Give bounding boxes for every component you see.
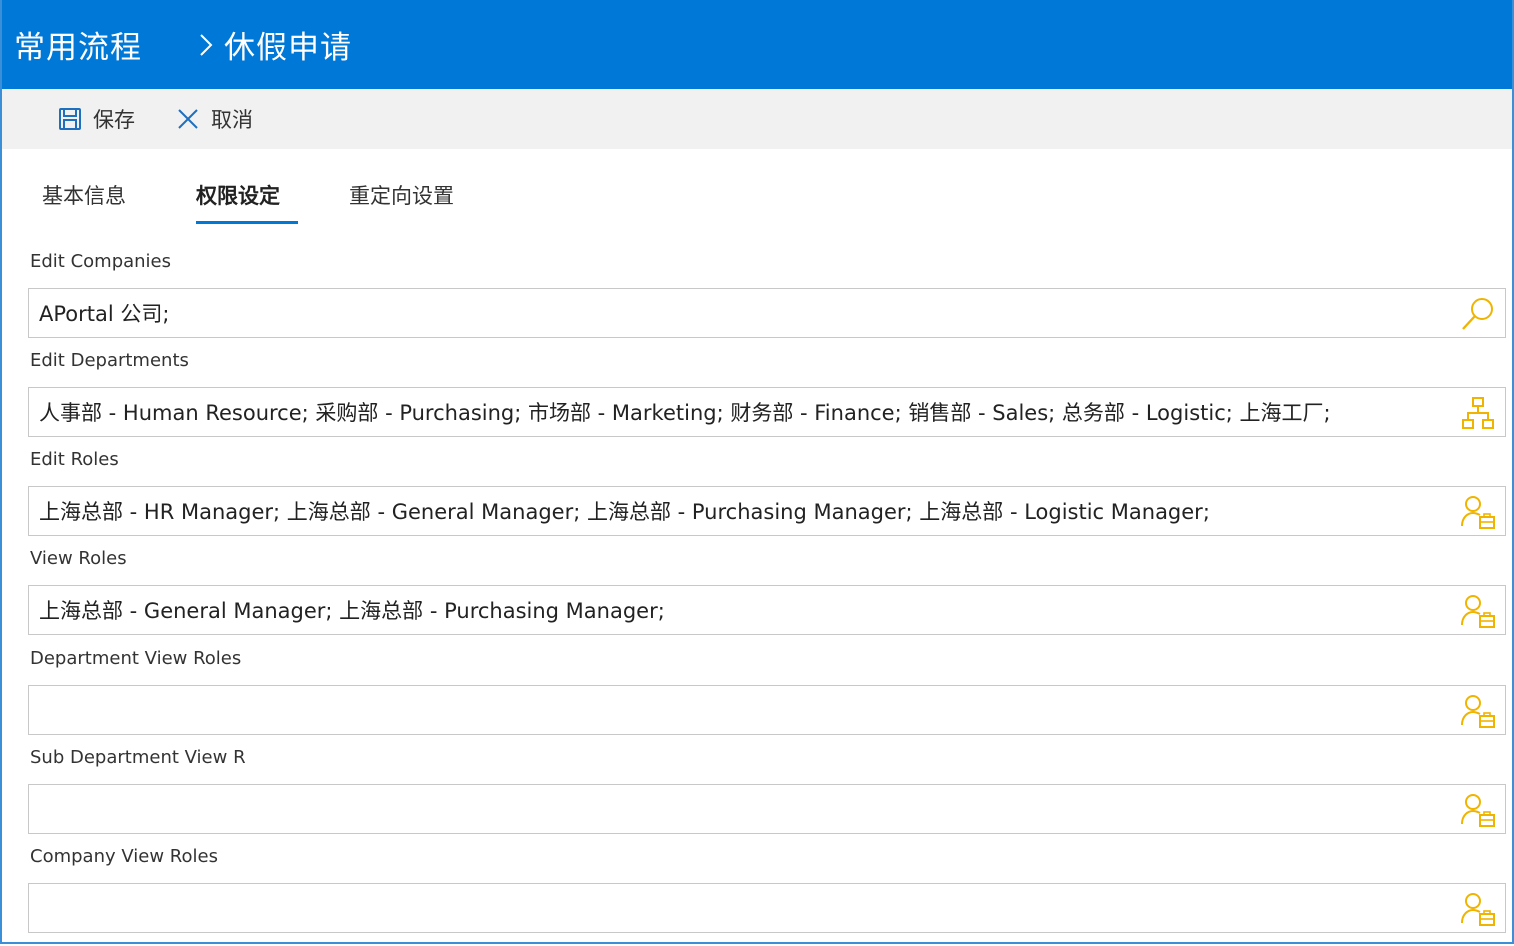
- sub-department-view-roles-field: [28, 784, 1506, 834]
- department-view-roles-label: Department View Roles: [30, 648, 242, 669]
- user-role-icon[interactable]: [1459, 692, 1497, 730]
- user-role-icon[interactable]: [1459, 493, 1497, 531]
- close-icon: [175, 106, 201, 132]
- floppy-disk-icon: [57, 106, 83, 132]
- edit-companies-input[interactable]: [29, 289, 1459, 337]
- header-bar: 常用流程 休假申请: [2, 0, 1512, 89]
- edit-companies-field: [28, 288, 1506, 338]
- sub-department-view-roles-input[interactable]: [29, 785, 1459, 833]
- company-view-roles-field: [28, 883, 1506, 933]
- edit-roles-label: Edit Roles: [30, 449, 119, 470]
- view-roles-field: [28, 585, 1506, 635]
- tab-basic-info[interactable]: 基本信息: [42, 180, 126, 224]
- department-view-roles-field: [28, 685, 1506, 735]
- search-icon[interactable]: [1459, 295, 1497, 333]
- user-role-icon[interactable]: [1459, 890, 1497, 928]
- page-title: 休假申请: [224, 30, 352, 66]
- user-role-icon[interactable]: [1459, 791, 1497, 829]
- user-role-icon[interactable]: [1459, 592, 1497, 630]
- toolbar: 保存 取消: [2, 89, 1512, 149]
- edit-departments-label: Edit Departments: [30, 350, 189, 371]
- save-label: 保存: [93, 108, 135, 132]
- edit-roles-input[interactable]: [29, 487, 1459, 535]
- save-button[interactable]: 保存: [57, 104, 135, 134]
- app-window: 常用流程 休假申请 保存 取消 基本信息 权限设定 重定向设置 Edit Com…: [0, 0, 1514, 944]
- view-roles-label: View Roles: [30, 548, 127, 569]
- edit-roles-field: [28, 486, 1506, 536]
- sub-department-view-roles-label: Sub Department View R: [30, 747, 246, 768]
- org-chart-icon[interactable]: [1459, 394, 1497, 432]
- edit-departments-field: [28, 387, 1506, 437]
- tab-bar: 基本信息 权限设定 重定向设置: [2, 168, 1512, 226]
- company-view-roles-label: Company View Roles: [30, 846, 218, 867]
- cancel-label: 取消: [211, 108, 253, 132]
- view-roles-input[interactable]: [29, 586, 1459, 634]
- edit-companies-label: Edit Companies: [30, 251, 172, 272]
- department-view-roles-input[interactable]: [29, 686, 1459, 734]
- chevron-right-icon: [194, 23, 218, 67]
- cancel-button[interactable]: 取消: [175, 104, 253, 134]
- breadcrumb-root[interactable]: 常用流程: [14, 22, 142, 67]
- tab-redirect-settings[interactable]: 重定向设置: [349, 180, 454, 224]
- company-view-roles-input[interactable]: [29, 884, 1459, 932]
- edit-departments-input[interactable]: [29, 388, 1459, 436]
- tab-permissions[interactable]: 权限设定: [196, 180, 298, 224]
